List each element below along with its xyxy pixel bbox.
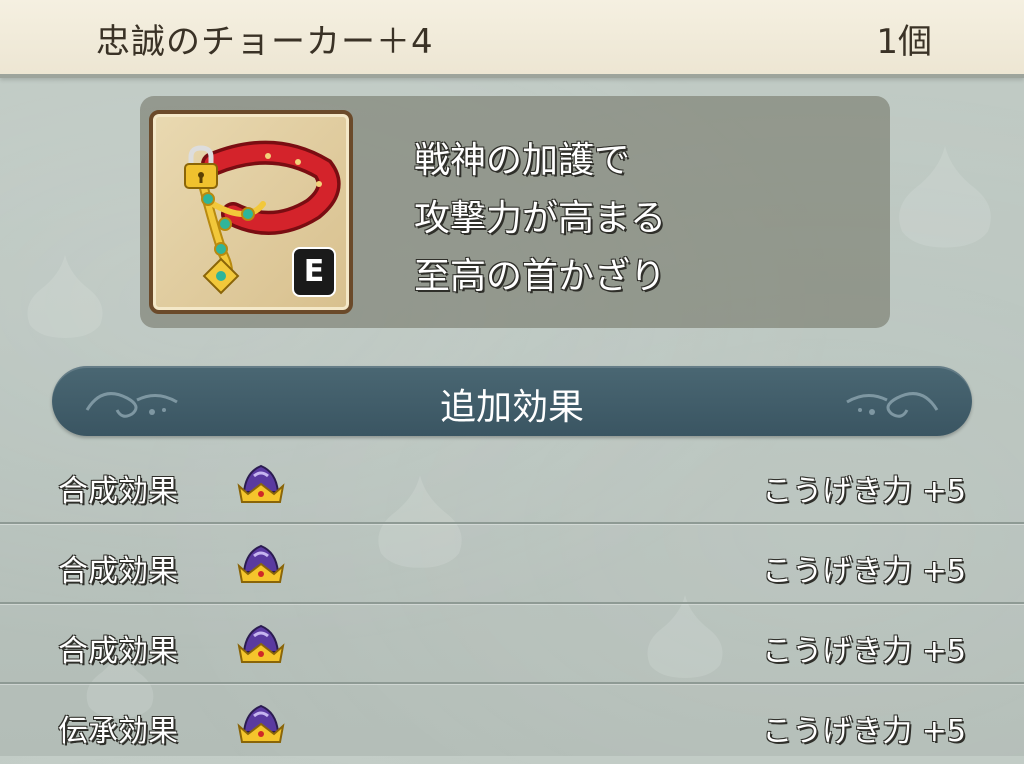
item-header: 忠誠のチョーカー＋4 1個 [0,0,1024,78]
description-line: 至高の首かざり [414,256,667,297]
effect-row: 合成効果 こうげき力 +5 [0,444,1024,524]
effect-type-label: 伝承効果 [58,714,178,749]
crown-icon [237,464,285,503]
effect-type-label: 合成効果 [58,474,178,509]
crown-icon [237,544,285,583]
section-title: 追加効果 [439,387,584,428]
item-description: 戦神の加護で 攻撃力が高まる 至高の首かざり [414,132,666,306]
effect-type-label: 合成効果 [58,634,178,669]
effect-row: 伝承効果 こうげき力 +5 [0,684,1024,764]
crown-icon [237,704,285,743]
effect-value: こうげき力 +5 [762,634,966,669]
item-name: 忠誠のチョーカー＋4 [96,22,434,62]
effect-value: こうげき力 +5 [762,714,966,749]
flourish-right-icon [846,392,939,418]
effect-row: 合成効果 こうげき力 +5 [0,524,1024,604]
description-line: 攻撃力が高まる [414,198,667,239]
equipped-badge: E [292,247,336,297]
slime-silhouette-decoration [899,146,991,248]
slime-silhouette-decoration [27,255,103,338]
padlock-icon [184,145,218,189]
additional-effects-header: 追加効果 [52,366,972,436]
effect-value: こうげき力 +5 [762,554,966,589]
effect-value: こうげき力 +5 [762,474,966,509]
description-line: 戦神の加護で [414,140,631,181]
effect-type-label: 合成効果 [58,554,178,589]
crown-icon [237,624,285,663]
item-count: 1個 [876,22,932,62]
effect-row: 合成効果 こうげき力 +5 [0,604,1024,684]
